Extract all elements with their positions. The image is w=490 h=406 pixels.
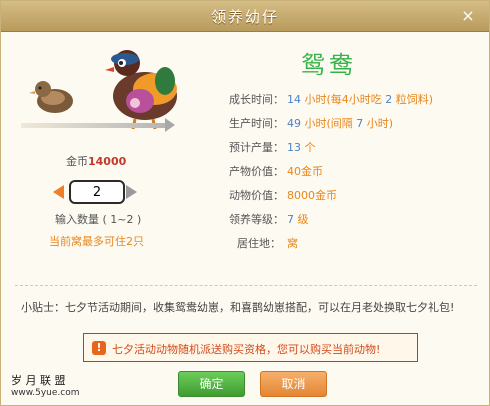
dialog-title: 领养幼仔 bbox=[210, 8, 279, 26]
info-row: 成长时间： 14 小时(每4小时吃 2 粒饲料) bbox=[229, 93, 479, 117]
confirm-button[interactable]: 确定 bbox=[178, 371, 245, 397]
info-text: 粒饲料) bbox=[392, 93, 434, 106]
alert-banner: ! 七夕活动动物随机派送购买资格，您可以购买当前动物! bbox=[83, 333, 418, 362]
info-row: 领养等级： 7 级 bbox=[229, 213, 479, 237]
alert-text: 七夕活动动物随机派送购买资格，您可以购买当前动物! bbox=[112, 343, 381, 356]
divider bbox=[15, 285, 477, 286]
price-label: 金币14000 bbox=[66, 153, 126, 169]
info-text: 小时(间隔 bbox=[301, 117, 357, 130]
nest-capacity-note: 当前窝最多可住2只 bbox=[49, 235, 144, 248]
animal-info-list: 成长时间： 14 小时(每4小时吃 2 粒饲料) 生产时间： 49 小时(间隔 7 … bbox=[229, 93, 479, 261]
watermark-main: 岁 月 联 盟 bbox=[11, 374, 66, 387]
info-row: 产物价值： 40金币 bbox=[229, 165, 479, 189]
gold-label: 金币 bbox=[66, 155, 88, 168]
growth-hours: 14 bbox=[287, 93, 301, 106]
info-text: 级 bbox=[294, 213, 309, 226]
gold-value: 14000 bbox=[88, 155, 127, 168]
tip-text: 小贴士：七夕节活动期间，收集鸳鸯幼崽，和喜鹊幼崽搭配，可以在月老处换取七夕礼包! bbox=[21, 301, 455, 314]
info-key: 居住地： bbox=[237, 237, 281, 250]
adopt-dialog: 领养幼仔 × 金币14000 2 输入数量 (1~2) 当前窝最多可住2只 … bbox=[0, 0, 490, 406]
quantity-label: 输入数量 ( 1~2 ) bbox=[55, 213, 142, 226]
info-text: 小时(每4小时吃 bbox=[301, 93, 386, 106]
duckling-icon bbox=[29, 81, 73, 113]
info-row: 居住地： 窝 bbox=[229, 237, 479, 261]
dialog-titlebar: 领养幼仔 × bbox=[1, 1, 489, 32]
expected-yield: 13 bbox=[287, 141, 301, 154]
info-key: 成长时间： bbox=[229, 93, 284, 106]
info-row: 生产时间： 49 小时(间隔 7 小时) bbox=[229, 117, 479, 141]
cancel-button[interactable]: 取消 bbox=[260, 371, 327, 397]
animal-value: 8000金币 bbox=[287, 189, 337, 202]
info-row: 动物价值： 8000金币 bbox=[229, 189, 479, 213]
info-text: 小时) bbox=[363, 117, 394, 130]
info-key: 动物价值： bbox=[229, 189, 284, 202]
growth-arrow-line bbox=[21, 123, 166, 128]
info-key: 预计产量： bbox=[229, 141, 284, 154]
alert-icon: ! bbox=[92, 341, 106, 355]
decrease-arrow-icon[interactable] bbox=[53, 185, 64, 199]
watermark: 岁 月 联 盟 www.5yue.com bbox=[11, 375, 80, 399]
watermark-sub: www.5yue.com bbox=[11, 388, 80, 398]
increase-arrow-icon[interactable] bbox=[126, 185, 137, 199]
info-key: 产物价值： bbox=[229, 165, 284, 178]
product-value: 40金币 bbox=[287, 165, 323, 178]
arrow-right-icon bbox=[165, 118, 175, 132]
info-key: 领养等级： bbox=[229, 213, 284, 226]
info-text: 个 bbox=[301, 141, 316, 154]
close-icon[interactable]: × bbox=[459, 7, 477, 25]
info-key: 生产时间： bbox=[229, 117, 284, 130]
quantity-stepper bbox=[53, 179, 138, 205]
adopt-level: 7 bbox=[287, 213, 294, 226]
habitat: 窝 bbox=[287, 237, 298, 250]
info-row: 预计产量： 13 个 bbox=[229, 141, 479, 165]
quantity-input[interactable] bbox=[69, 180, 125, 204]
production-hours: 49 bbox=[287, 117, 301, 130]
animal-name: 鸳鸯 bbox=[301, 51, 357, 79]
